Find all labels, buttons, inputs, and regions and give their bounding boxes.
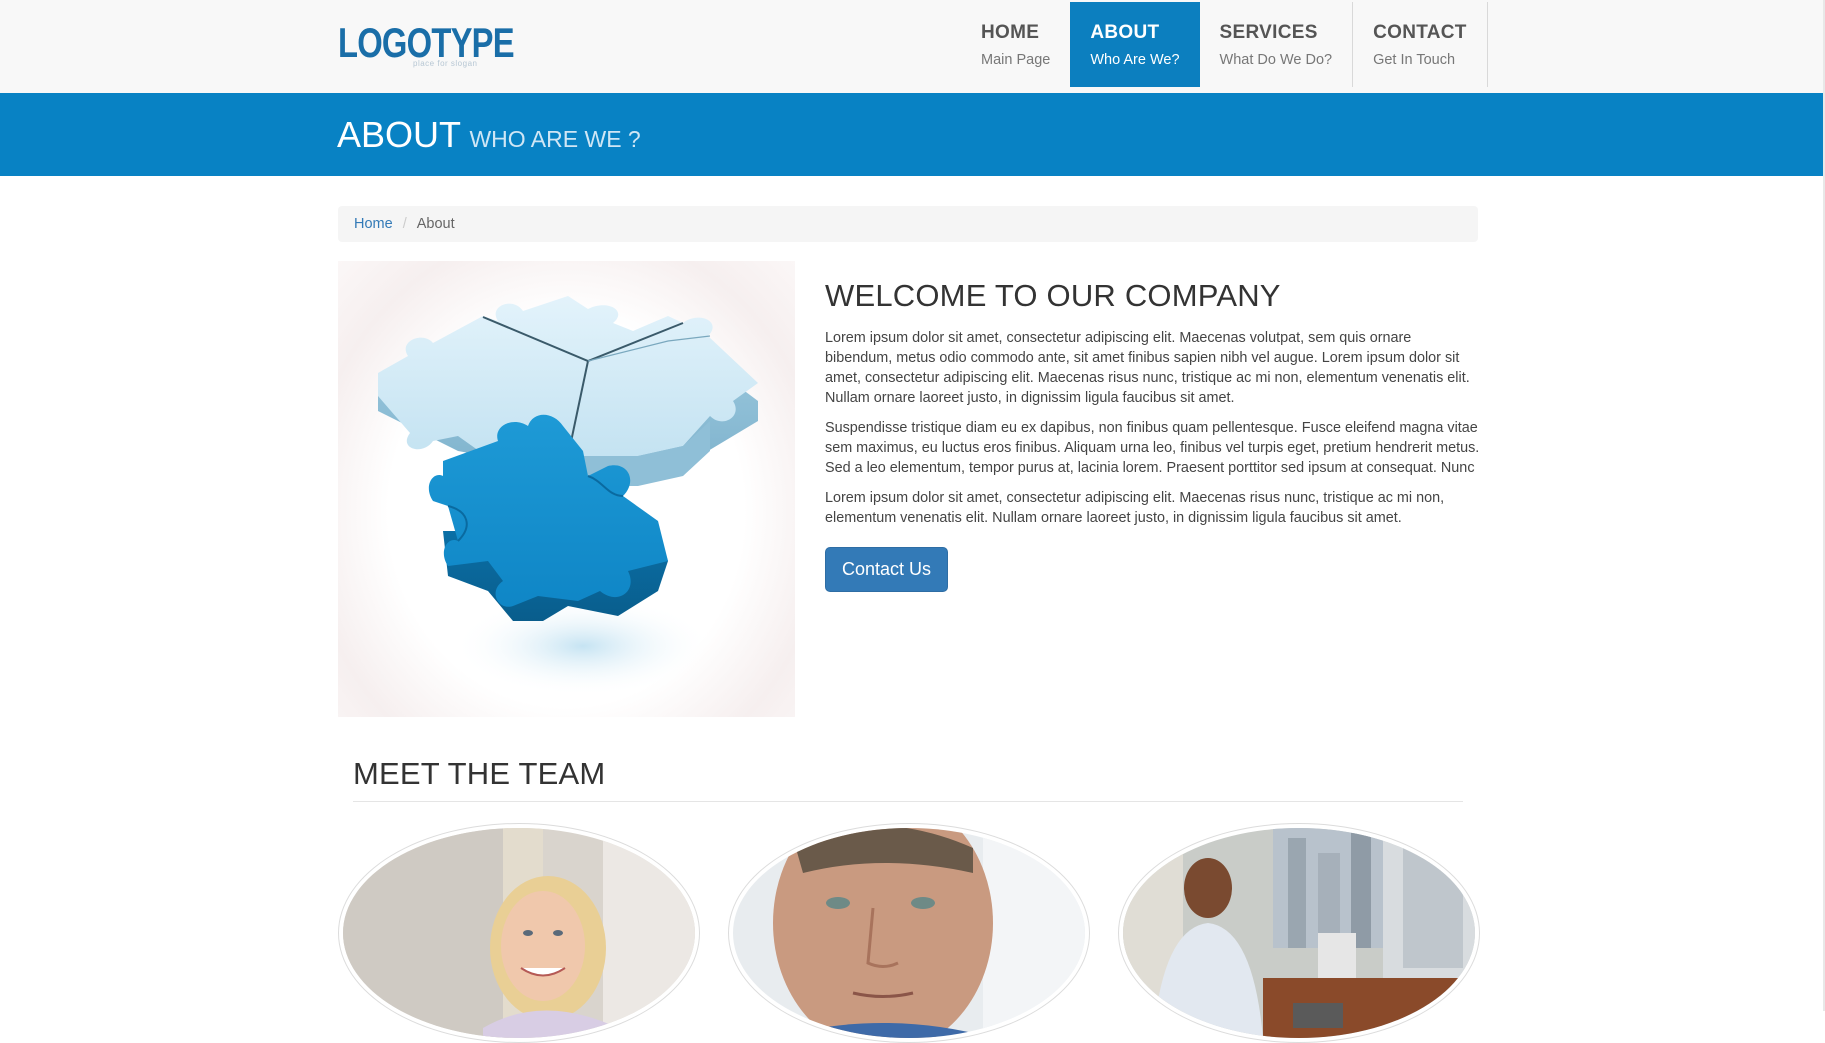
breadcrumb-separator: / xyxy=(402,216,407,232)
nav-item-contact[interactable]: CONTACT Get In Touch xyxy=(1352,2,1488,87)
welcome-section: WELCOME TO OUR COMPANY Lorem ipsum dolor… xyxy=(825,278,1480,592)
nav-item-title: ABOUT xyxy=(1090,21,1160,43)
nav-item-subtitle: What Do We Do? xyxy=(1219,51,1333,68)
page-title-subtitle: WHO ARE WE ? xyxy=(469,126,641,152)
nav-item-about[interactable]: ABOUT Who Are We? xyxy=(1070,2,1200,87)
welcome-heading: WELCOME TO OUR COMPANY xyxy=(825,278,1281,313)
contact-us-button[interactable]: Contact Us xyxy=(825,547,949,592)
top-navbar: LOGOTYPE place for slogan HOME Main Page… xyxy=(0,0,1825,93)
breadcrumb: Home / About xyxy=(338,206,1478,242)
page-title-main: ABOUT xyxy=(337,114,462,155)
site-logo[interactable]: LOGOTYPE place for slogan xyxy=(338,16,553,70)
nav-item-home[interactable]: HOME Main Page xyxy=(961,2,1070,87)
nav-item-subtitle: Main Page xyxy=(981,51,1051,68)
nav-item-title: HOME xyxy=(981,21,1040,43)
welcome-paragraph-1: Lorem ipsum dolor sit amet, consectetur … xyxy=(825,330,1470,406)
welcome-paragraph-2: Suspendisse tristique diam eu ex dapibus… xyxy=(825,420,1480,476)
team-member-photo-1 xyxy=(338,823,700,1043)
office-worker-photo xyxy=(1123,828,1475,1038)
nav-item-title: SERVICES xyxy=(1219,21,1318,43)
woman-portrait-photo xyxy=(343,828,695,1038)
nav-item-services[interactable]: SERVICES What Do We Do? xyxy=(1200,2,1353,87)
team-divider xyxy=(353,801,1463,802)
team-member-photo-3 xyxy=(1118,823,1480,1043)
breadcrumb-home-link[interactable]: Home xyxy=(354,216,393,232)
welcome-paragraph-3: Lorem ipsum dolor sit amet, consectetur … xyxy=(825,490,1445,526)
team-member-photo-2 xyxy=(728,823,1090,1043)
page-header-band: ABOUT WHO ARE WE ? xyxy=(0,93,1825,176)
team-heading: MEET THE TEAM xyxy=(353,756,606,791)
breadcrumb-current: About xyxy=(416,216,455,232)
nav-item-subtitle: Who Are We? xyxy=(1090,51,1180,68)
nav-item-title: CONTACT xyxy=(1373,21,1467,43)
main-nav: HOME Main Page ABOUT Who Are We? SERVICE… xyxy=(961,2,1488,87)
puzzle-pieces-image xyxy=(338,261,795,717)
man-portrait-photo xyxy=(733,828,1085,1038)
logo-text: LOGOTYPE xyxy=(338,19,515,66)
nav-item-subtitle: Get In Touch xyxy=(1373,51,1456,68)
page-title: ABOUT WHO ARE WE ? xyxy=(337,114,641,156)
logo-tagline: place for slogan xyxy=(413,59,478,68)
